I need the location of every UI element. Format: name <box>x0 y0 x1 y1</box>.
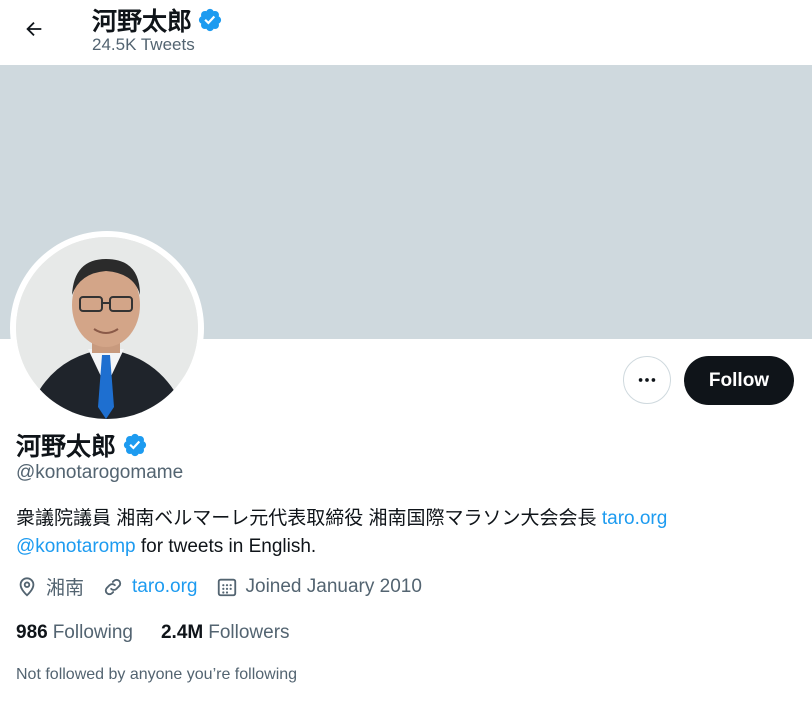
verified-badge-icon <box>123 433 147 457</box>
arrow-left-icon <box>26 21 42 37</box>
bio-text: 衆議院議員 湘南ベルマーレ元代表取締役 湘南国際マラソン大会会長 <box>16 508 602 529</box>
following-count: 986 <box>16 622 48 643</box>
link-icon <box>104 578 122 595</box>
joined-item: Joined January 2010 <box>216 576 422 598</box>
website-item: taro.org <box>102 576 198 598</box>
avatar[interactable] <box>10 231 204 425</box>
follow-button[interactable]: Follow <box>684 356 794 405</box>
followers-stat[interactable]: 2.4M Followers <box>161 622 290 644</box>
following-stat[interactable]: 986 Following <box>16 622 133 644</box>
profile-bio: 衆議院議員 湘南ベルマーレ元代表取締役 湘南国際マラソン大会会長 taro.or… <box>16 505 796 561</box>
location-text: 湘南 <box>46 578 85 599</box>
calendar-icon <box>217 578 236 596</box>
not-followed-note: Not followed by anyone you’re following <box>16 666 298 683</box>
bio-tail: for tweets in English. <box>135 536 317 557</box>
following-label: Following <box>52 622 133 643</box>
top-bar: 河野太郎 24.5K Tweets <box>0 0 812 65</box>
profile-meta: 湘南 taro.org Joined January 2010 <box>16 573 440 600</box>
location-pin-icon <box>19 576 35 596</box>
more-dots-icon <box>638 378 656 382</box>
avatar-photo <box>16 237 198 419</box>
more-options-button[interactable] <box>623 356 671 404</box>
header-name: 河野太郎 <box>92 8 193 36</box>
follow-stats: 986 Following 2.4M Followers <box>16 622 318 644</box>
header-title: 河野太郎 <box>92 2 223 38</box>
profile-handle: @konotarogomame <box>16 462 184 483</box>
profile-name-text: 河野太郎 <box>16 433 117 461</box>
website-link[interactable]: taro.org <box>132 576 197 598</box>
verified-badge-icon <box>198 8 222 32</box>
bio-mention[interactable]: @konotaromp <box>16 536 136 557</box>
location-item: 湘南 <box>16 573 84 600</box>
bio-link[interactable]: taro.org <box>602 508 667 529</box>
profile-name: 河野太郎 <box>16 427 148 463</box>
followers-label: Followers <box>208 622 290 643</box>
followers-count: 2.4M <box>160 622 204 643</box>
back-button[interactable] <box>14 9 54 49</box>
joined-text: Joined January 2010 <box>245 575 422 597</box>
tweet-count: 24.5K Tweets <box>92 35 195 54</box>
